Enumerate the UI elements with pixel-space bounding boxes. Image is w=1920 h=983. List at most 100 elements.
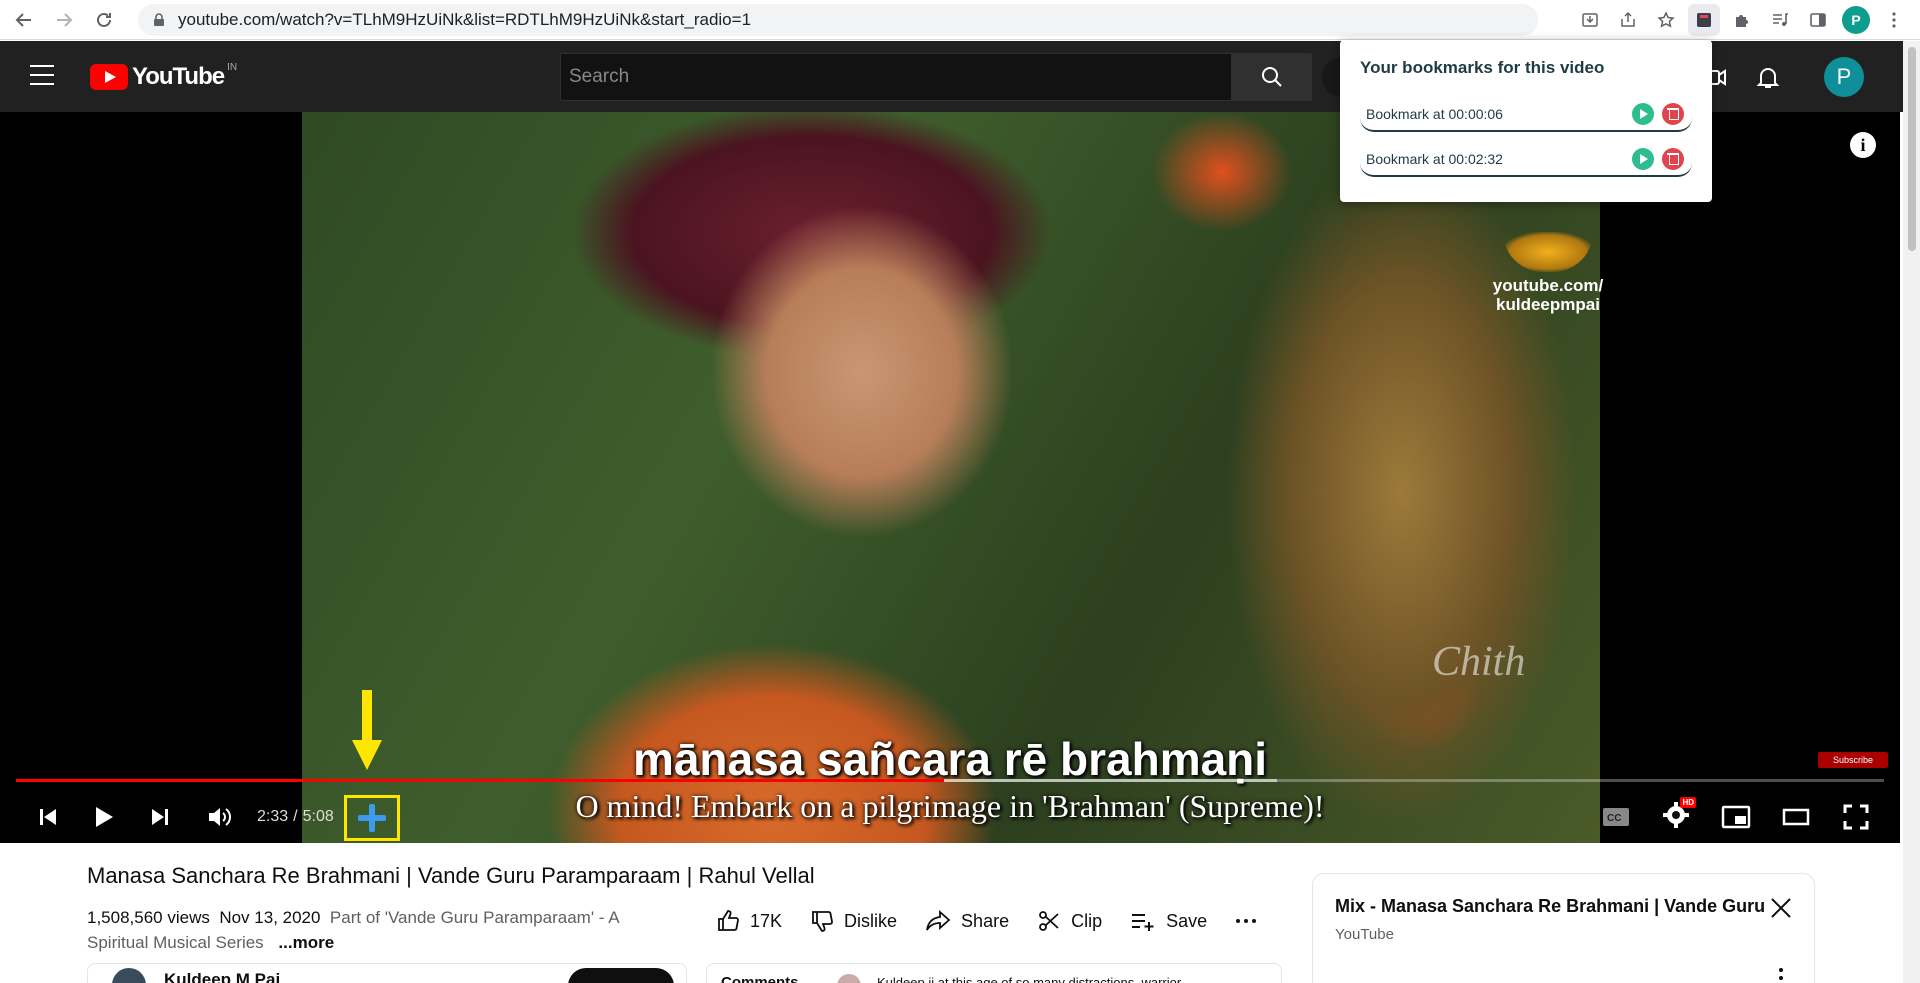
browser-menu-icon[interactable] <box>1878 4 1910 36</box>
fullscreen-button[interactable] <box>1836 792 1876 842</box>
lock-icon <box>154 13 164 26</box>
svg-text:CC: CC <box>1607 813 1621 824</box>
delete-bookmark-icon[interactable] <box>1662 103 1684 125</box>
search-input[interactable] <box>569 66 1231 88</box>
previous-button[interactable] <box>30 792 66 842</box>
url-text[interactable]: youtube.com/watch?v=TLhM9HzUiNk&list=RDT… <box>178 10 751 30</box>
theater-icon <box>1782 808 1810 826</box>
search-box <box>560 53 1232 101</box>
watermark-logo-icon <box>1503 232 1593 272</box>
upload-date: Nov 13, 2020 <box>219 908 321 927</box>
page-scrollbar[interactable] <box>1903 41 1920 983</box>
close-icon[interactable] <box>1767 894 1795 922</box>
notifications-bell-icon[interactable] <box>1754 63 1782 91</box>
more-vertical-icon[interactable] <box>1777 966 1785 983</box>
watermark-line-2: kuldeepmpai <box>1496 295 1600 314</box>
subtitles-button[interactable]: CC <box>1598 792 1634 842</box>
back-icon[interactable] <box>8 4 40 36</box>
skip-previous-icon <box>40 809 56 825</box>
miniplayer-button[interactable] <box>1716 792 1756 842</box>
fullscreen-icon <box>1843 804 1869 830</box>
show-more-link[interactable]: ...more <box>278 933 334 952</box>
thumbs-up-icon <box>718 910 739 931</box>
scrollbar-thumb[interactable] <box>1908 47 1916 251</box>
action-bar: 17K Dislike Share Clip Save <box>716 903 1295 939</box>
share-icon <box>926 910 951 931</box>
comments-label: Comments <box>721 974 799 983</box>
video-title: Manasa Sanchara Re Brahmani | Vande Guru… <box>87 863 815 888</box>
theater-mode-button[interactable] <box>1776 792 1816 842</box>
duration: 5:08 <box>302 808 334 825</box>
play-bookmark-icon[interactable] <box>1632 148 1654 170</box>
mix-playlist-panel: Mix - Manasa Sanchara Re Brahmani | Vand… <box>1312 873 1815 983</box>
progress-bar[interactable] <box>16 779 1884 782</box>
media-control-icon[interactable] <box>1764 4 1796 36</box>
bookmark-label: Bookmark at 00:02:32 <box>1366 151 1503 167</box>
watch-metadata: Manasa Sanchara Re Brahmani | Vande Guru… <box>0 843 1900 983</box>
more-actions-button[interactable] <box>1235 918 1267 924</box>
address-bar[interactable]: youtube.com/watch?v=TLhM9HzUiNk&list=RDT… <box>138 4 1538 36</box>
thumbs-down-icon <box>812 911 833 932</box>
forward-icon[interactable] <box>48 4 80 36</box>
time-display: 2:33 / 5:08 <box>257 792 334 842</box>
closed-captions-icon: CC <box>1603 808 1629 826</box>
description-line-1: Part of 'Vande Guru Paramparaam' - A <box>329 908 620 927</box>
like-count: 17K <box>750 910 783 931</box>
progress-played <box>16 779 945 782</box>
share-button[interactable]: Share <box>925 910 1009 932</box>
bookmark-row: Bookmark at 00:00:06 <box>1360 96 1692 132</box>
mute-button[interactable] <box>202 792 238 842</box>
description-line-2: Spiritual Musical Series <box>87 933 264 952</box>
video-signature: Chith <box>1432 639 1526 685</box>
annotation-arrow-head <box>352 740 382 770</box>
extensions-puzzle-icon[interactable] <box>1726 4 1758 36</box>
play-icon <box>96 807 113 827</box>
logo-wordmark: YouTube <box>132 63 225 90</box>
country-code: IN <box>227 61 238 73</box>
install-app-icon[interactable] <box>1574 4 1606 36</box>
bookmark-extension-icon[interactable] <box>1688 4 1720 36</box>
account-avatar[interactable]: P <box>1824 57 1864 97</box>
save-button[interactable]: Save <box>1130 910 1207 932</box>
search-button[interactable] <box>1232 53 1312 101</box>
channel-avatar[interactable] <box>112 968 146 983</box>
subscribe-button[interactable] <box>568 968 674 983</box>
miniplayer-icon <box>1721 805 1751 829</box>
star-icon[interactable] <box>1650 4 1682 36</box>
comments-teaser[interactable]: Comments Kuldeep ji at this age of so ma… <box>706 963 1282 983</box>
comment-preview: Kuldeep ji at this age of so many distra… <box>877 975 1182 983</box>
share-page-icon[interactable] <box>1612 4 1644 36</box>
search-icon <box>1262 67 1282 87</box>
clip-label: Clip <box>1071 910 1103 931</box>
annotation-arrow-shaft <box>362 690 372 742</box>
clip-button[interactable]: Clip <box>1037 909 1102 933</box>
info-icon[interactable]: i <box>1850 132 1876 158</box>
settings-button[interactable]: HD <box>1656 792 1696 842</box>
youtube-logo[interactable]: YouTube IN <box>90 61 238 91</box>
next-button[interactable] <box>142 792 178 842</box>
add-bookmark-button[interactable] <box>344 795 400 841</box>
scissors-icon <box>1039 911 1059 931</box>
delete-bookmark-icon[interactable] <box>1662 148 1684 170</box>
description-snippet[interactable]: 1,508,560 views Nov 13, 2020 Part of 'Va… <box>87 905 647 955</box>
dislike-button[interactable]: Dislike <box>810 909 897 933</box>
browser-toolbar: youtube.com/watch?v=TLhM9HzUiNk&list=RDT… <box>0 0 1920 40</box>
volume-icon <box>209 808 231 826</box>
profile-button[interactable]: P <box>1840 4 1872 36</box>
channel-name[interactable]: Kuldeep M Pai <box>164 970 280 983</box>
video-player[interactable]: youtube.com/ kuldeepmpai Chith i Subscri… <box>0 112 1900 843</box>
play-bookmark-icon[interactable] <box>1632 103 1654 125</box>
play-button[interactable] <box>86 792 122 842</box>
side-panel-icon[interactable] <box>1802 4 1834 36</box>
menu-icon[interactable] <box>30 65 54 85</box>
caption-line-1: mānasa sañcara rē brahmaṇi <box>632 733 1268 785</box>
player-controls: 2:33 / 5:08 CC HD <box>0 792 1900 842</box>
like-button[interactable]: 17K <box>716 909 782 933</box>
mix-title[interactable]: Mix - Manasa Sanchara Re Brahmani | Vand… <box>1335 896 1765 917</box>
watermark-line-1: youtube.com/ <box>1492 276 1604 295</box>
share-label: Share <box>961 910 1010 931</box>
popup-title: Your bookmarks for this video <box>1360 58 1605 77</box>
commenter-avatar <box>837 974 861 983</box>
reload-icon[interactable] <box>88 4 120 36</box>
channel-owner-row: Kuldeep M Pai <box>87 963 687 983</box>
